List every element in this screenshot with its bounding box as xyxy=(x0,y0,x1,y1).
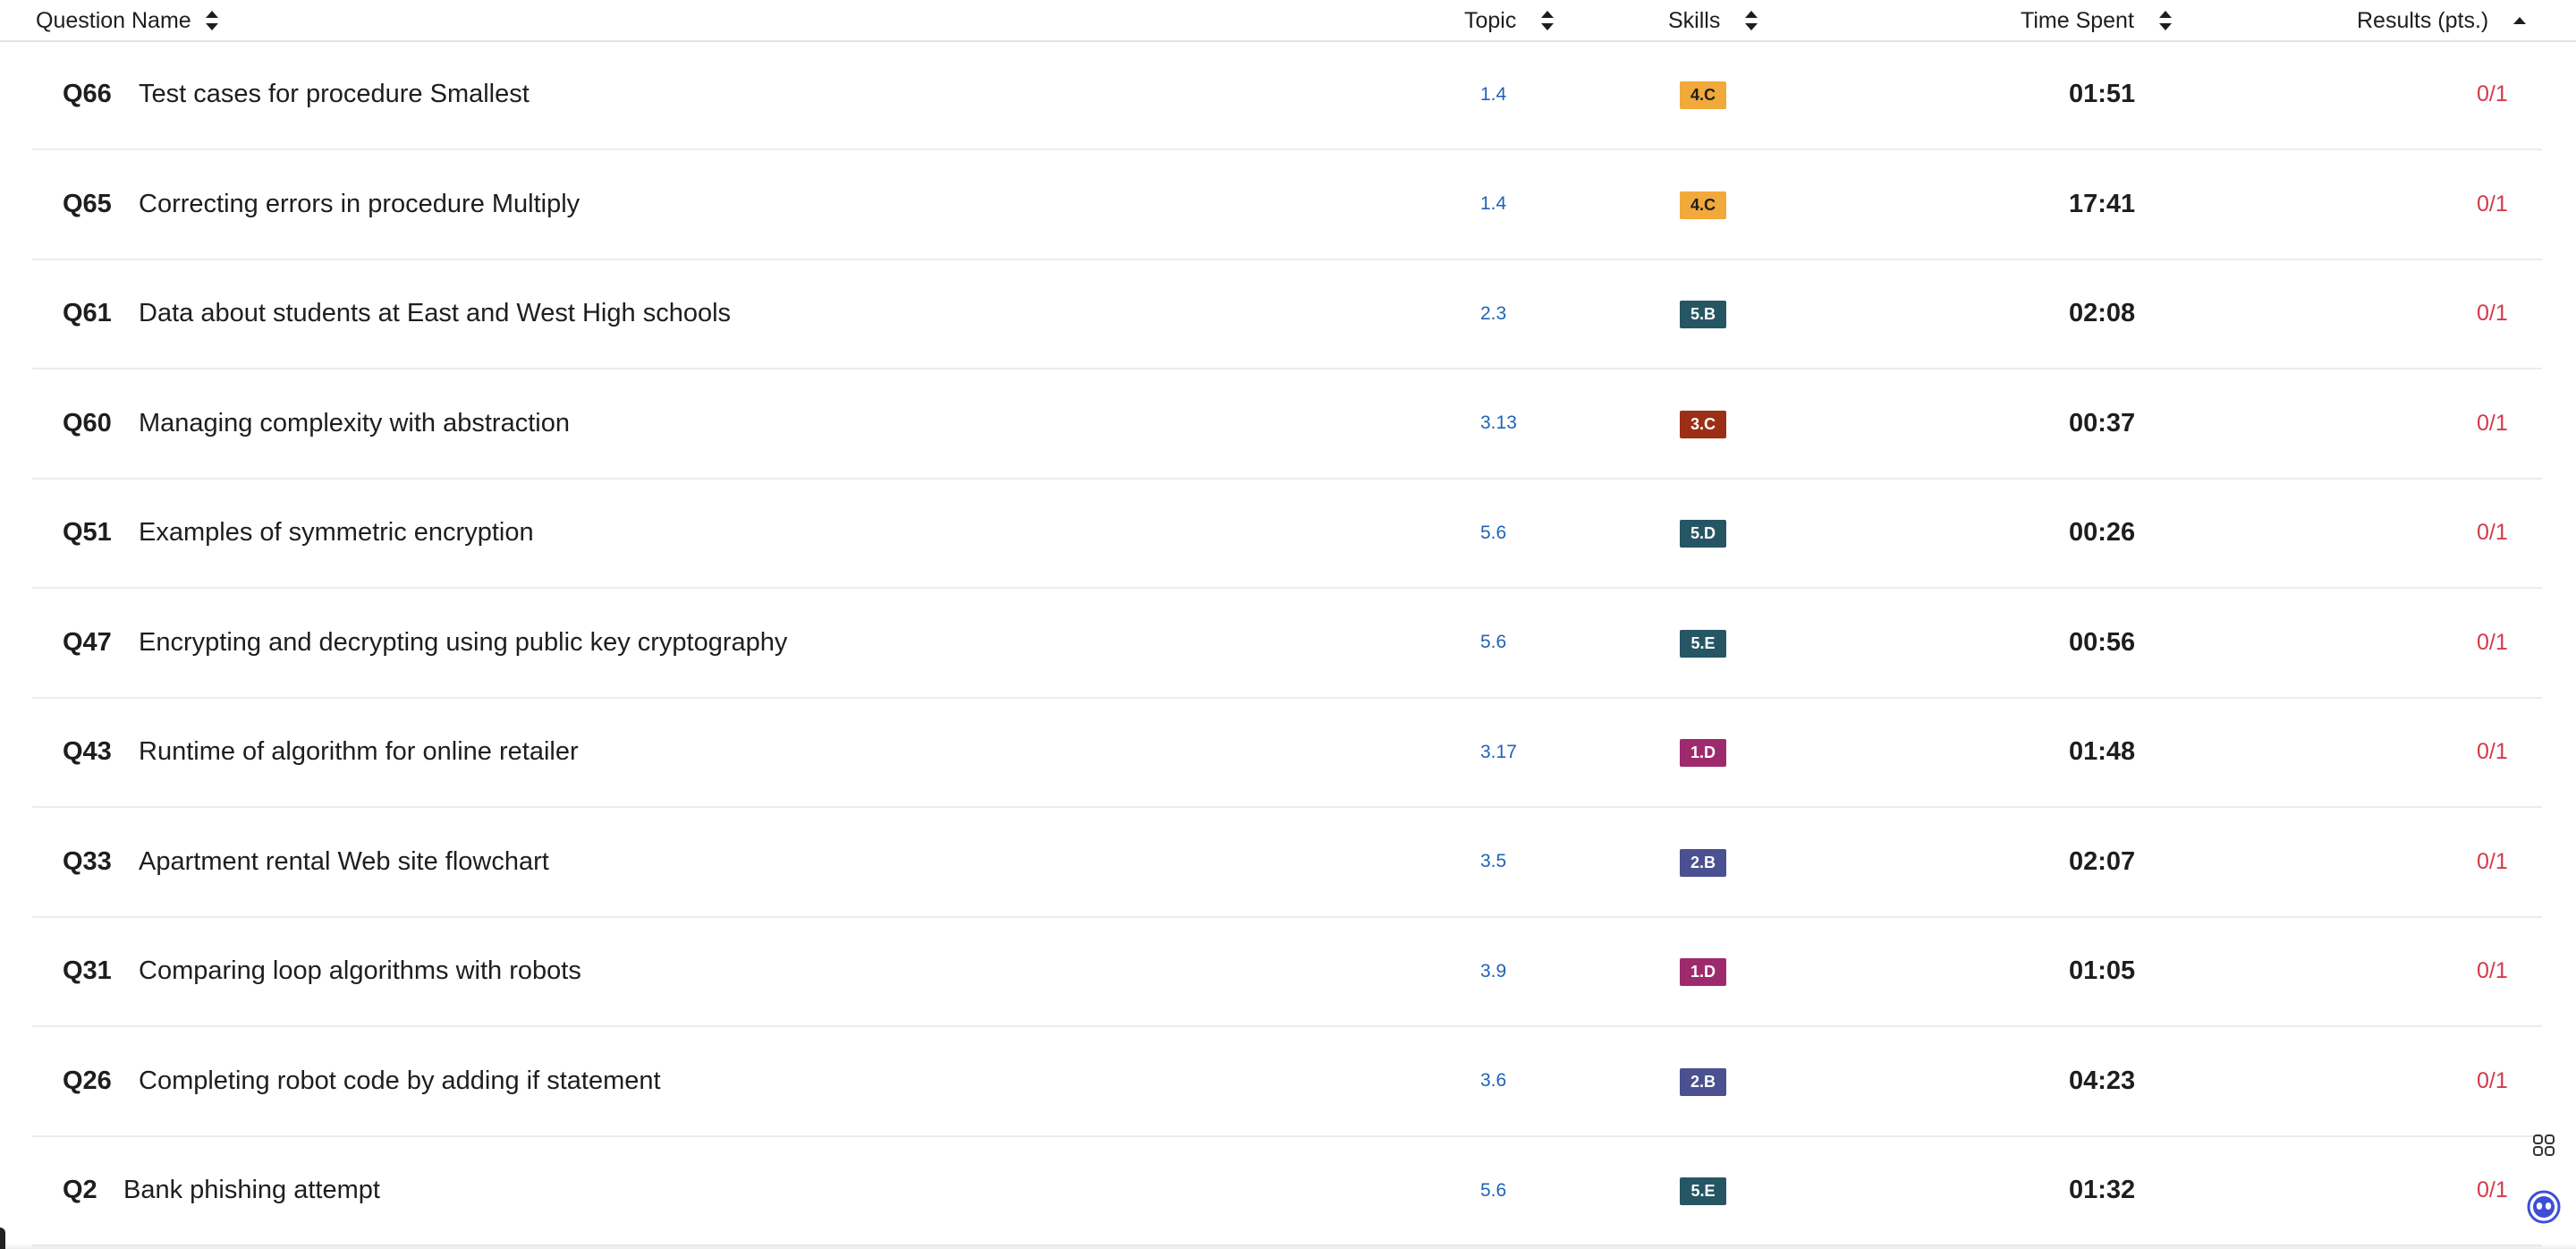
sort-icon[interactable] xyxy=(1541,10,1555,31)
table-row[interactable]: Q66 Test cases for procedure Smallest 1.4 4… xyxy=(32,40,2542,150)
skill-badge: 5.E xyxy=(1680,629,1726,658)
time-spent: 01:05 xyxy=(2069,956,2136,985)
skill-badge: 2.B xyxy=(1680,1067,1726,1096)
table-row[interactable]: Q31 Comparing loop algorithms with robots… xyxy=(32,917,2542,1027)
question-number: Q43 xyxy=(63,737,112,766)
topic-link[interactable]: 5.6 xyxy=(1480,479,1506,587)
table-row[interactable]: Q51 Examples of symmetric encryption 5.6 5.… xyxy=(32,479,2542,589)
assistant-icon xyxy=(2527,1190,2561,1224)
result-score: 0/1 xyxy=(2477,1067,2508,1093)
question-name-link[interactable]: Comparing loop algorithms with robots xyxy=(139,917,581,1025)
question-number: Q26 xyxy=(63,1066,112,1095)
question-number: Q61 xyxy=(63,299,112,327)
assistant-button[interactable] xyxy=(2524,1187,2563,1227)
question-name-link[interactable]: Data about students at East and West Hig… xyxy=(139,259,731,368)
table-row[interactable]: Q60 Managing complexity with abstraction 3… xyxy=(32,370,2542,480)
question-number: Q33 xyxy=(63,846,112,876)
topic-link[interactable]: 5.6 xyxy=(1480,1136,1506,1245)
question-number: Q60 xyxy=(63,408,112,438)
result-score: 0/1 xyxy=(2477,301,2508,326)
table-row[interactable]: Q43 Runtime of algorithm for online retai… xyxy=(32,698,2542,808)
topic-link[interactable]: 3.6 xyxy=(1480,1027,1506,1135)
table-row[interactable]: Q47 Encrypting and decrypting using publi… xyxy=(32,589,2542,699)
question-name-link[interactable]: Correcting errors in procedure Multiply xyxy=(139,150,580,259)
column-header-time-spent[interactable]: Time Spent xyxy=(2021,5,2172,36)
table-header: Question Name Topic Skills Time Spent Re… xyxy=(0,0,2576,42)
table-row[interactable]: Q2 Bank phishing attempt 5.6 5.E 01:32 0/1 xyxy=(32,1136,2542,1246)
time-spent: 02:07 xyxy=(2069,846,2136,876)
topic-link[interactable]: 1.4 xyxy=(1480,40,1506,149)
time-spent: 01:32 xyxy=(2069,1176,2136,1204)
question-name-link[interactable]: Managing complexity with abstraction xyxy=(139,370,570,478)
column-header-results[interactable]: Results (pts.) xyxy=(2357,5,2527,36)
time-spent: 01:48 xyxy=(2069,737,2136,766)
skill-badge: 3.C xyxy=(1680,410,1726,438)
skill-badge: 4.C xyxy=(1680,191,1726,219)
question-name-link[interactable]: Bank phishing attempt xyxy=(123,1136,380,1245)
skill-badge: 4.C xyxy=(1680,81,1726,109)
column-header-label: Time Spent xyxy=(2021,7,2134,33)
table-row[interactable]: Q61 Data about students at East and West … xyxy=(32,259,2542,370)
skill-badge: 1.D xyxy=(1680,958,1726,986)
column-header-label: Results (pts.) xyxy=(2357,7,2489,33)
question-name-link[interactable]: Examples of symmetric encryption xyxy=(139,479,534,587)
skill-badge: 2.B xyxy=(1680,848,1726,877)
grid-menu-button[interactable] xyxy=(2524,1126,2563,1165)
question-name-link[interactable]: Test cases for procedure Smallest xyxy=(139,40,530,149)
question-number: Q2 xyxy=(63,1176,97,1204)
column-header-label: Topic xyxy=(1464,7,1517,33)
table-row[interactable]: Q65 Correcting errors in procedure Multip… xyxy=(32,150,2542,260)
time-spent: 00:56 xyxy=(2069,627,2136,657)
time-spent: 01:51 xyxy=(2069,80,2136,108)
topic-link[interactable]: 2.3 xyxy=(1480,259,1506,368)
result-score: 0/1 xyxy=(2477,520,2508,545)
result-score: 0/1 xyxy=(2477,191,2508,217)
question-number: Q47 xyxy=(63,627,112,657)
time-spent: 02:08 xyxy=(2069,299,2136,327)
time-spent: 17:41 xyxy=(2069,189,2136,218)
column-header-topic[interactable]: Topic xyxy=(1464,5,1555,36)
table-row[interactable]: Q26 Completing robot code by adding if st… xyxy=(32,1027,2542,1137)
question-name-link[interactable]: Completing robot code by adding if state… xyxy=(139,1027,661,1135)
question-number: Q31 xyxy=(63,956,112,985)
topic-link[interactable]: 3.13 xyxy=(1480,370,1517,478)
topic-link[interactable]: 3.5 xyxy=(1480,808,1506,916)
question-number: Q51 xyxy=(63,518,112,547)
result-score: 0/1 xyxy=(2477,958,2508,983)
sort-icon[interactable] xyxy=(205,10,218,31)
question-name-link[interactable]: Apartment rental Web site flowchart xyxy=(139,808,549,916)
column-header-question-name[interactable]: Question Name xyxy=(36,5,218,36)
column-header-skills[interactable]: Skills xyxy=(1668,5,1758,36)
result-score: 0/1 xyxy=(2477,848,2508,874)
grid-icon xyxy=(2533,1134,2555,1156)
bottom-shadow xyxy=(0,1244,2576,1249)
sort-icon[interactable] xyxy=(2158,10,2172,31)
sort-ascending-icon[interactable] xyxy=(2513,17,2527,24)
question-name-link[interactable]: Runtime of algorithm for online retailer xyxy=(139,698,579,806)
topic-link[interactable]: 5.6 xyxy=(1480,589,1506,697)
result-score: 0/1 xyxy=(2477,629,2508,655)
sort-icon[interactable] xyxy=(1745,10,1758,31)
result-score: 0/1 xyxy=(2477,81,2508,106)
topic-link[interactable]: 3.9 xyxy=(1480,917,1506,1025)
skill-badge: 5.E xyxy=(1680,1177,1726,1205)
question-number: Q66 xyxy=(63,80,112,108)
topic-link[interactable]: 3.17 xyxy=(1480,698,1517,806)
time-spent: 00:26 xyxy=(2069,518,2136,547)
skill-badge: 5.B xyxy=(1680,301,1726,328)
column-header-label: Skills xyxy=(1668,7,1721,33)
column-header-label: Question Name xyxy=(36,7,191,33)
result-score: 0/1 xyxy=(2477,739,2508,764)
time-spent: 00:37 xyxy=(2069,408,2136,438)
result-score: 0/1 xyxy=(2477,410,2508,436)
window-corner xyxy=(0,1228,5,1249)
topic-link[interactable]: 1.4 xyxy=(1480,150,1506,259)
time-spent: 04:23 xyxy=(2069,1066,2136,1095)
question-name-link[interactable]: Encrypting and decrypting using public k… xyxy=(139,589,787,697)
table-row[interactable]: Q33 Apartment rental Web site flowchart 3.… xyxy=(32,808,2542,918)
skill-badge: 1.D xyxy=(1680,739,1726,767)
result-score: 0/1 xyxy=(2477,1177,2508,1202)
skill-badge: 5.D xyxy=(1680,520,1726,548)
question-number: Q65 xyxy=(63,189,112,218)
